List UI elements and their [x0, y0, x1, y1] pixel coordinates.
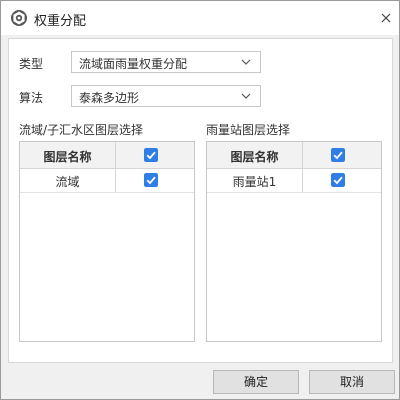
- basin-header-layer-name: 图层名称: [43, 150, 92, 164]
- algorithm-dropdown-value: 泰森多边形: [79, 91, 140, 105]
- basin-table-header: 图层名称: [20, 142, 194, 169]
- title-bar: 权重分配: [1, 1, 399, 35]
- basin-row-layer-name: 流域: [55, 175, 80, 189]
- station-table-header: 图层名称: [207, 142, 381, 169]
- column-divider: [302, 142, 303, 168]
- station-row-checkbox[interactable]: [331, 173, 345, 187]
- basin-layer-table: 图层名称 流域: [19, 141, 195, 342]
- column-divider: [302, 168, 303, 192]
- close-icon[interactable]: [380, 12, 392, 24]
- column-divider: [115, 168, 116, 192]
- station-row-layer-name: 雨量站1: [232, 175, 277, 189]
- basin-row-checkbox[interactable]: [144, 173, 158, 187]
- weight-distribution-dialog: 权重分配 类型 流域面雨量权重分配 算法 泰森多边形 流域/子汇水区图层选择 图…: [0, 0, 400, 400]
- cancel-button[interactable]: 取消: [309, 370, 395, 394]
- station-layer-table: 图层名称 雨量站1: [206, 141, 382, 342]
- type-label: 类型: [19, 57, 44, 71]
- chevron-down-icon: [241, 93, 251, 99]
- type-dropdown-value: 流域面雨量权重分配: [79, 57, 188, 71]
- station-layer-section-label: 雨量站图层选择: [206, 123, 291, 137]
- algorithm-dropdown[interactable]: 泰森多边形: [71, 85, 261, 107]
- window-title: 权重分配: [34, 14, 87, 29]
- settings-panel: 类型 流域面雨量权重分配 算法 泰森多边形 流域/子汇水区图层选择 图层名称 流…: [8, 38, 393, 363]
- basin-select-all-checkbox[interactable]: [144, 148, 158, 162]
- algorithm-label: 算法: [19, 91, 44, 105]
- basin-layer-section-label: 流域/子汇水区图层选择: [19, 123, 144, 137]
- column-divider: [115, 142, 116, 168]
- ok-button[interactable]: 确定: [213, 370, 299, 394]
- table-row[interactable]: 流域: [20, 168, 194, 193]
- gear-app-icon: [11, 10, 27, 26]
- station-select-all-checkbox[interactable]: [331, 148, 345, 162]
- chevron-down-icon: [241, 59, 251, 65]
- type-dropdown[interactable]: 流域面雨量权重分配: [71, 51, 261, 73]
- station-header-layer-name: 图层名称: [230, 150, 279, 164]
- table-row[interactable]: 雨量站1: [207, 168, 381, 193]
